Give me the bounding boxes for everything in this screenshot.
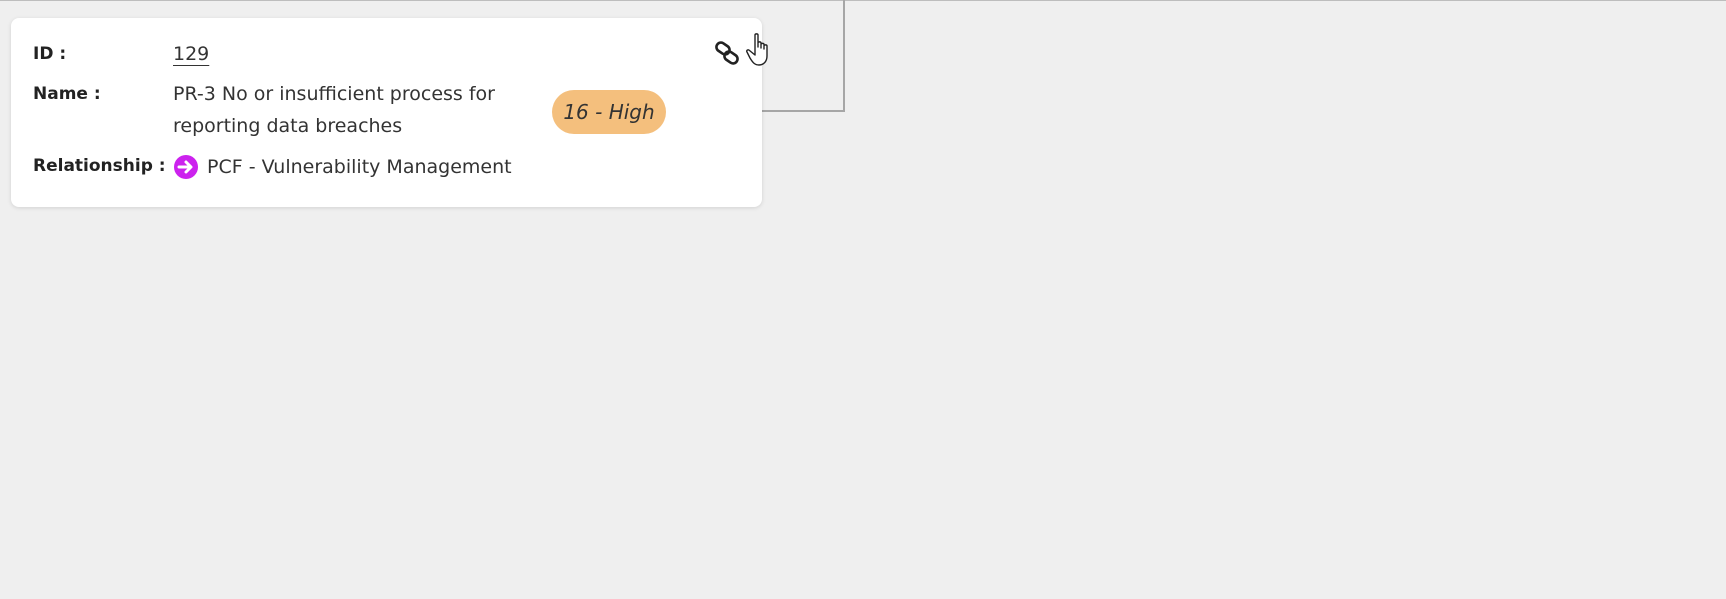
chain-link-icon[interactable] — [714, 40, 740, 66]
risk-detail-card: ID : 129 Name : PR-3 No or insufficient … — [11, 18, 762, 207]
connector-line-vertical — [843, 0, 845, 111]
name-value: PR-3 No or insufficient process for repo… — [173, 83, 495, 137]
top-border-line — [0, 0, 1726, 1]
id-value: 129 — [173, 43, 209, 65]
id-link[interactable]: 129 — [173, 43, 209, 65]
relationship-value: PCF - Vulnerability Management — [207, 156, 512, 178]
relationship-label: Relationship : — [33, 156, 166, 176]
risk-score-badge: 16 - High — [552, 90, 666, 134]
name-label: Name : — [33, 84, 101, 104]
id-label: ID : — [33, 44, 67, 64]
arrow-right-circle-icon — [174, 155, 198, 179]
connector-line-horizontal — [760, 110, 845, 112]
hand-pointer-cursor-icon — [746, 33, 768, 66]
relationship-item[interactable]: PCF - Vulnerability Management — [173, 154, 512, 180]
